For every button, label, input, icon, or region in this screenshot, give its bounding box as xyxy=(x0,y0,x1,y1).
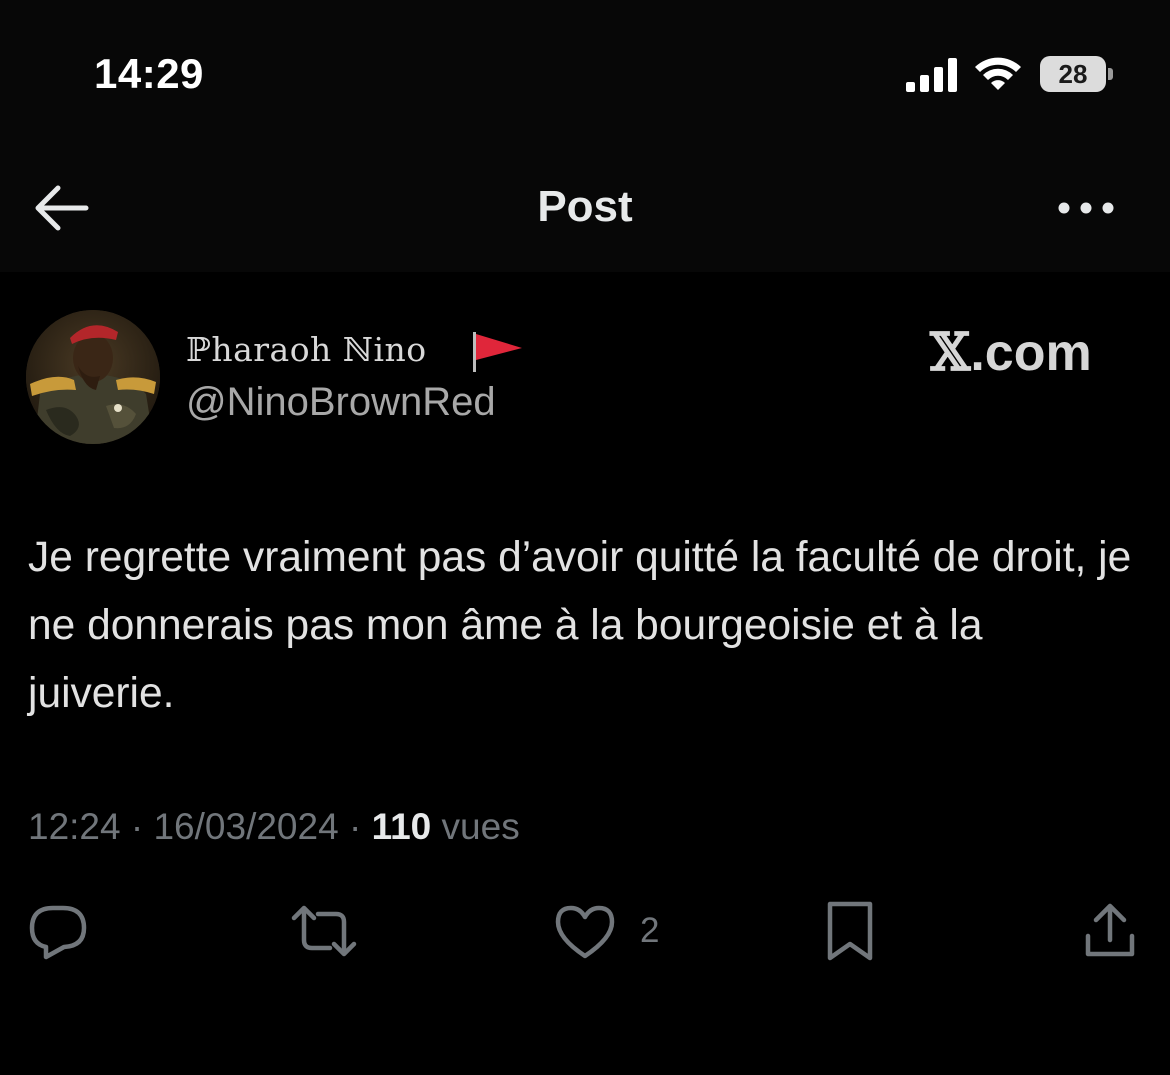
back-button[interactable] xyxy=(28,180,92,236)
post-meta: 12:24 · 16/03/2024 · 110 vues xyxy=(28,806,520,848)
bookmark-button[interactable] xyxy=(816,896,886,966)
signal-icon xyxy=(906,58,957,92)
page-title: Post xyxy=(537,182,633,231)
profile-photo xyxy=(26,310,160,444)
meta-separator: · xyxy=(348,806,362,847)
views-count: 110 xyxy=(371,806,432,847)
author-name[interactable]: ℙharaoh ℕino xyxy=(186,330,427,369)
avatar[interactable] xyxy=(26,310,160,444)
back-arrow-icon xyxy=(35,185,89,231)
post-date[interactable]: 16/03/2024 xyxy=(153,806,338,847)
like-count: 2 xyxy=(640,911,660,950)
red-flag-icon xyxy=(473,332,522,372)
repost-icon xyxy=(291,905,357,957)
views-label: vues xyxy=(441,806,520,847)
battery-cap xyxy=(1108,68,1113,80)
brand-suffix: .com xyxy=(970,324,1092,382)
author-handle[interactable]: @NinoBrownRed xyxy=(186,380,496,425)
top-bar: 14:29 28 Post xyxy=(0,0,1170,272)
heart-icon xyxy=(555,905,615,959)
post-time[interactable]: 12:24 xyxy=(28,806,121,847)
brand-x-logo: 𝕏 xyxy=(930,322,971,383)
more-options-button[interactable] xyxy=(1054,188,1118,228)
post-text: Je regrette vraiment pas d’avoir quitté … xyxy=(28,534,1132,717)
battery-icon: 28 xyxy=(1040,56,1114,92)
repost-button[interactable] xyxy=(284,896,364,966)
bookmark-icon xyxy=(827,901,873,961)
status-time: 14:29 xyxy=(94,50,204,97)
share-icon xyxy=(1085,903,1135,957)
brand-watermark: 𝕏.com xyxy=(930,322,1092,383)
reply-button[interactable] xyxy=(24,896,94,966)
meta-separator: · xyxy=(130,806,144,847)
like-button[interactable] xyxy=(550,896,680,966)
share-button[interactable] xyxy=(1076,896,1146,966)
reply-icon xyxy=(29,905,87,960)
battery-level: 28 xyxy=(1058,59,1088,89)
wifi-icon xyxy=(975,57,1021,90)
more-dots-icon xyxy=(1058,202,1114,214)
